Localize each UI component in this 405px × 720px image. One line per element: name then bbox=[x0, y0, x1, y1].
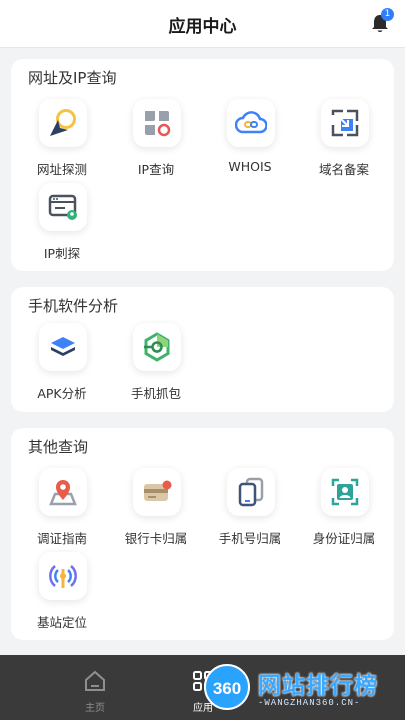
map-pin-icon bbox=[39, 468, 87, 516]
tile-evidence-guide[interactable]: 调证指南 bbox=[17, 468, 107, 546]
watermark-logo: 360 bbox=[204, 664, 250, 710]
domain-filing-icon bbox=[321, 99, 369, 147]
server-probe-icon bbox=[39, 183, 87, 231]
watermark-360: 360 网站排行榜 -WANGZHAN360.CN- bbox=[198, 660, 405, 720]
location-arrow-icon bbox=[39, 99, 87, 147]
section-mobile-analysis: 手机软件分析 APK分析 手机抓包 bbox=[11, 287, 394, 412]
page-title: 应用中心 bbox=[168, 17, 237, 37]
home-icon bbox=[85, 670, 105, 691]
notification-badge: 1 bbox=[381, 8, 394, 21]
section-title: 网址及IP查询 bbox=[28, 69, 117, 87]
tile-ip-probe[interactable]: IP刺探 bbox=[17, 183, 107, 261]
section-other-queries: 其他查询 调证指南 银行卡归属 手机号归属 身份证归属 基站定位 bbox=[11, 428, 394, 640]
notification-bell[interactable]: 1 bbox=[371, 8, 394, 34]
app-header: 应用中心 1 bbox=[0, 0, 405, 48]
id-scan-icon bbox=[321, 468, 369, 516]
tile-packet-capture[interactable]: 手机抓包 bbox=[111, 323, 201, 401]
tile-label: 手机抓包 bbox=[130, 386, 181, 401]
ip-grid-icon bbox=[133, 99, 181, 147]
phone-cards-icon bbox=[227, 468, 275, 516]
watermark-title: 网站排行榜 bbox=[258, 673, 378, 699]
bank-card-icon bbox=[133, 468, 181, 516]
tile-base-station[interactable]: 基站定位 bbox=[17, 552, 107, 630]
tile-id-card[interactable]: 身份证归属 bbox=[299, 468, 389, 546]
tile-whois[interactable]: WHOIS bbox=[205, 99, 295, 174]
section-url-ip: 网址及IP查询 网址探测 IP查询 WHOIS 域名备案 IP刺探 bbox=[11, 59, 394, 271]
section-title: 手机软件分析 bbox=[28, 297, 119, 315]
tile-url-probe[interactable]: 网址探测 bbox=[17, 99, 107, 177]
hexagon-capture-icon bbox=[133, 323, 181, 371]
tile-label: IP刺探 bbox=[43, 246, 81, 261]
layers-icon bbox=[39, 323, 87, 371]
tile-domain-filing[interactable]: 域名备案 bbox=[299, 99, 389, 177]
tab-home[interactable]: 主页 bbox=[55, 655, 135, 720]
watermark-subtitle: -WANGZHAN360.CN- bbox=[258, 698, 361, 708]
tile-label: 域名备案 bbox=[318, 162, 369, 177]
section-title: 其他查询 bbox=[28, 438, 89, 456]
tile-label: 身份证归属 bbox=[312, 531, 376, 546]
tile-ip-query[interactable]: IP查询 bbox=[111, 99, 201, 177]
cloud-link-icon bbox=[227, 99, 275, 147]
signal-tower-icon bbox=[39, 552, 87, 600]
tile-apk-analysis[interactable]: APK分析 bbox=[17, 323, 107, 401]
tile-bank-card[interactable]: 银行卡归属 bbox=[111, 468, 201, 546]
tile-label: 基站定位 bbox=[36, 615, 87, 630]
tab-label: 主页 bbox=[85, 703, 105, 714]
tile-phone-number[interactable]: 手机号归属 bbox=[205, 468, 295, 546]
